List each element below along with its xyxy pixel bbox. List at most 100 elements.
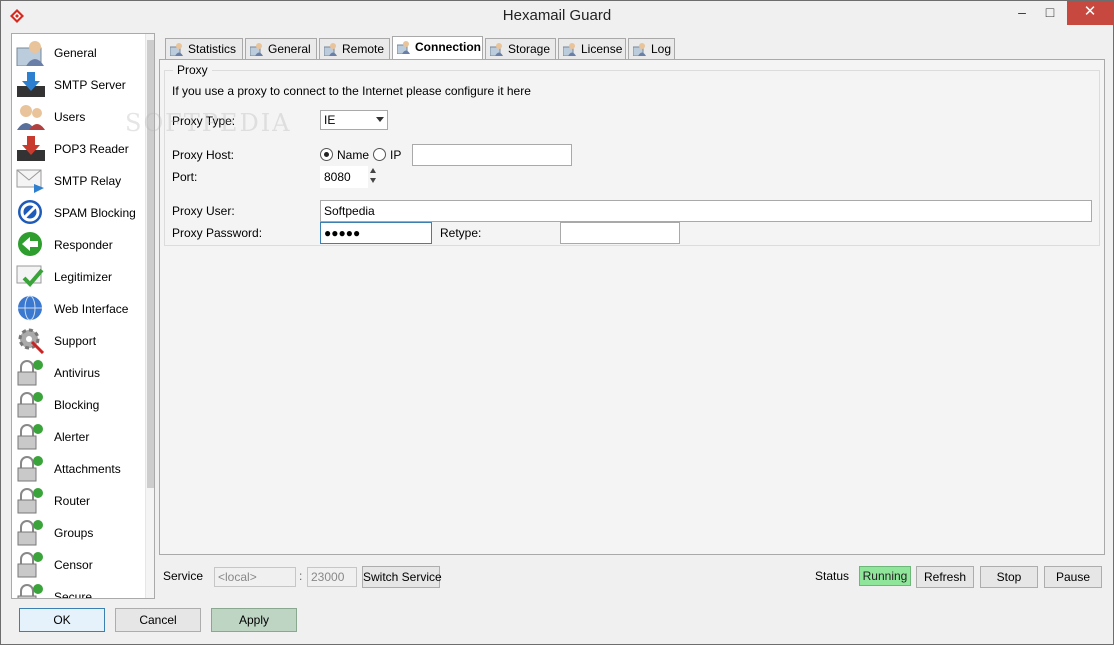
sidebar-item-alerter[interactable]: Alerter <box>14 420 144 452</box>
sidebar-item-label: SMTP Server <box>54 78 126 92</box>
lock-icon <box>17 424 43 450</box>
lock-icon <box>17 488 43 514</box>
sidebar-item-label: Alerter <box>54 430 90 444</box>
stop-button[interactable]: Stop <box>980 566 1038 588</box>
spin-up-icon[interactable] <box>370 168 376 173</box>
sidebar-item-support[interactable]: Support <box>14 324 144 356</box>
sidebar-item-label: Groups <box>54 526 94 540</box>
sidebar-item-label: Attachments <box>54 462 121 476</box>
back-arrow-icon <box>18 232 42 256</box>
softpedia-watermark: SOFTPEDIA <box>125 109 292 137</box>
users-icon <box>17 105 45 130</box>
download-tray-icon <box>17 136 45 161</box>
scrollbar-thumb[interactable] <box>147 40 154 488</box>
ok-button[interactable]: OK <box>19 608 105 632</box>
service-host-input[interactable]: <local> <box>214 567 296 587</box>
user-icon <box>397 41 410 54</box>
connection-panel: Proxy If you use a proxy to connect to t… <box>159 59 1105 555</box>
user-icon <box>633 43 646 56</box>
service-port-input[interactable]: 23000 <box>307 567 357 587</box>
gear-wrench-icon <box>18 328 45 354</box>
tab-remote[interactable]: Remote <box>319 38 390 60</box>
tab-label: Statistics <box>188 42 237 56</box>
pause-button[interactable]: Pause <box>1044 566 1102 588</box>
tab-label: License <box>581 42 623 56</box>
host-mode-ip-label: IP <box>390 148 402 162</box>
lock-icon <box>17 584 43 598</box>
app-window: Hexamail Guard – □ ✕ General SMTP Server… <box>0 0 1114 645</box>
sidebar-item-label: SPAM Blocking <box>54 206 136 220</box>
user-icon <box>170 43 183 56</box>
sidebar-item-label: Secure <box>54 590 93 599</box>
refresh-button[interactable]: Refresh <box>916 566 974 588</box>
sidebar-item-web-interface[interactable]: Web Interface <box>14 292 144 324</box>
sidebar-item-attachments[interactable]: Attachments <box>14 452 144 484</box>
apply-button[interactable]: Apply <box>211 608 297 632</box>
port-input[interactable]: 8080 <box>320 166 368 188</box>
sidebar-item-label: Censor <box>54 558 93 572</box>
retype-label: Retype: <box>440 226 482 240</box>
tab-general[interactable]: General <box>245 38 317 60</box>
lock-icon <box>17 552 43 578</box>
sidebar-item-smtp-relay[interactable]: SMTP Relay <box>14 164 144 196</box>
retype-password-input[interactable] <box>560 222 680 244</box>
envelope-arrow-icon <box>16 169 44 193</box>
download-tray-icon <box>17 72 45 97</box>
sidebar-item-label: Support <box>54 334 97 348</box>
host-mode-ip-radio[interactable] <box>373 148 386 161</box>
switch-service-button[interactable]: Switch Service <box>362 566 442 588</box>
proxy-host-input[interactable] <box>412 144 572 166</box>
maximize-button[interactable]: □ <box>1036 1 1064 25</box>
sidebar-item-secure[interactable]: Secure <box>14 580 144 599</box>
tab-label: Remote <box>342 42 385 56</box>
sidebar-item-label: POP3 Reader <box>54 142 129 156</box>
sidebar-item-label: General <box>54 46 97 60</box>
host-mode-name-label: Name <box>337 148 370 162</box>
cancel-button[interactable]: Cancel <box>115 608 201 632</box>
sidebar-item-general[interactable]: General <box>14 36 144 68</box>
sidebar-item-router[interactable]: Router <box>14 484 144 516</box>
service-label: Service <box>163 569 204 583</box>
user-icon <box>324 43 337 56</box>
tab-storage[interactable]: Storage <box>485 38 556 60</box>
port-spinner[interactable] <box>370 166 378 186</box>
port-label: Port: <box>172 170 198 184</box>
tab-connection[interactable]: Connection <box>392 36 483 61</box>
sidebar-item-censor[interactable]: Censor <box>14 548 144 580</box>
tab-label: Log <box>651 42 672 56</box>
sidebar-item-label: Users <box>54 110 86 124</box>
sidebar-item-spam-blocking[interactable]: SPAM Blocking <box>14 196 144 228</box>
minimize-button[interactable]: – <box>1008 1 1036 25</box>
user-icon <box>16 41 44 66</box>
proxy-user-input[interactable]: Softpedia <box>320 200 1092 222</box>
status-badge: Running <box>859 566 911 586</box>
spin-down-icon[interactable] <box>370 178 376 183</box>
tab-license[interactable]: License <box>558 38 626 60</box>
sidebar-item-responder[interactable]: Responder <box>14 228 144 260</box>
title-bar: Hexamail Guard – □ ✕ <box>1 1 1113 31</box>
sidebar-item-groups[interactable]: Groups <box>14 516 144 548</box>
lock-icon <box>17 392 43 418</box>
proxy-type-select[interactable]: IE <box>320 110 388 130</box>
proxy-description: If you use a proxy to connect to the Int… <box>172 84 531 98</box>
tab-label: General <box>268 42 311 56</box>
close-button[interactable]: ✕ <box>1067 1 1113 25</box>
sidebar-item-legitimizer[interactable]: Legitimizer <box>14 260 144 292</box>
sidebar-item-label: Antivirus <box>54 366 101 380</box>
sidebar-item-antivirus[interactable]: Antivirus <box>14 356 144 388</box>
user-icon <box>490 43 503 56</box>
proxy-user-label: Proxy User: <box>172 204 235 218</box>
tab-statistics[interactable]: Statistics <box>165 38 243 60</box>
sidebar-item-label: Legitimizer <box>54 270 113 284</box>
sidebar-item-label: Router <box>54 494 91 508</box>
lock-icon <box>17 520 43 546</box>
proxy-password-input[interactable]: ●●●●● <box>320 222 432 244</box>
sidebar-item-smtp-server[interactable]: SMTP Server <box>14 68 144 100</box>
window-title: Hexamail Guard <box>502 7 612 24</box>
host-mode-name-radio[interactable] <box>320 148 333 161</box>
sidebar-item-label: Web Interface <box>54 302 129 316</box>
proxy-type-value: IE <box>324 113 336 127</box>
service-separator: : <box>299 569 303 583</box>
sidebar-item-blocking[interactable]: Blocking <box>14 388 144 420</box>
tab-log[interactable]: Log <box>628 38 675 60</box>
